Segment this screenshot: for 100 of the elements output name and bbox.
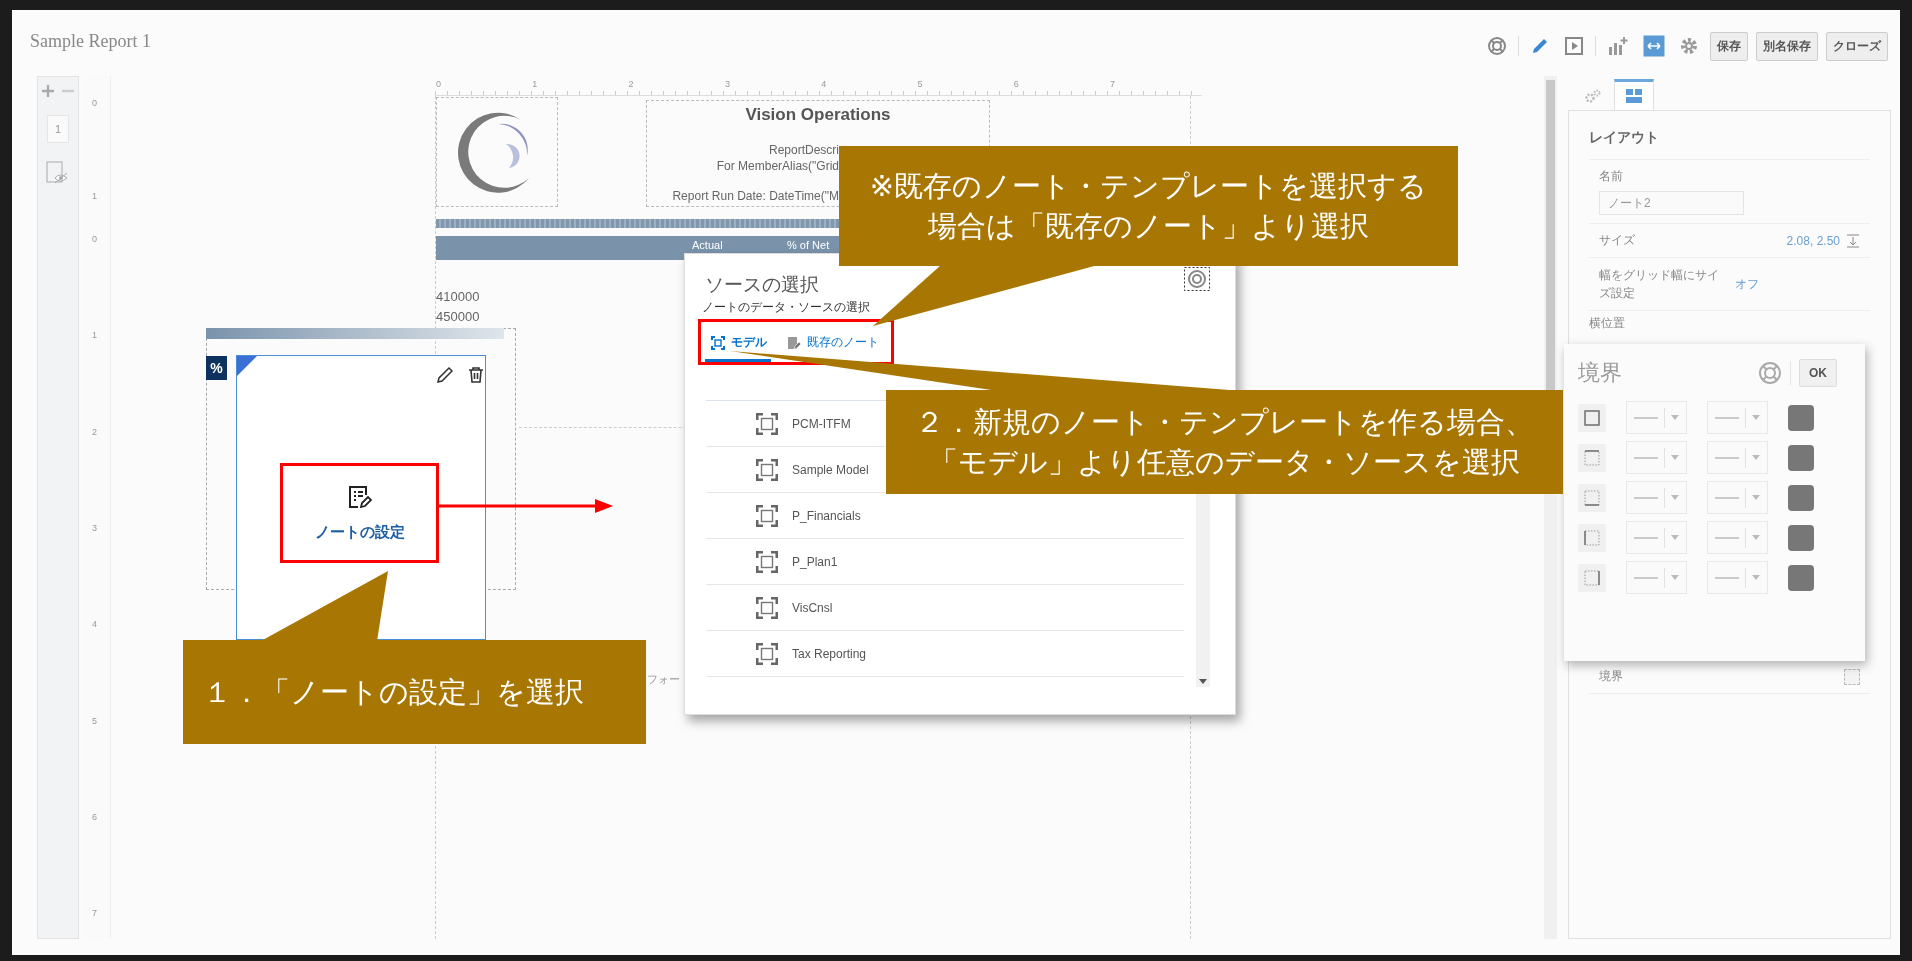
page-visibility-icon[interactable] (46, 161, 70, 185)
field-label: 名前 (1599, 168, 1623, 185)
border-side-button[interactable] (1578, 523, 1606, 552)
source-item[interactable]: P_Plan1 (706, 539, 1184, 585)
line-color-swatch[interactable] (1788, 484, 1814, 511)
border-top-icon (1584, 449, 1600, 466)
line-color-swatch[interactable] (1788, 404, 1814, 431)
align-bottom-icon[interactable] (1846, 233, 1860, 248)
border-side-button[interactable] (1578, 563, 1606, 592)
line-icon (1634, 415, 1658, 420)
report-member-alias: For MemberAlias("Grid (716, 159, 839, 173)
gears-icon (1585, 89, 1601, 103)
cube-frame-icon (756, 458, 778, 481)
layout-tab[interactable] (1614, 79, 1654, 110)
grid-header: Actual (692, 239, 723, 252)
callout-text: ※既存のノート・テンプレートを選択する (869, 169, 1428, 204)
callout-text: 場合は「既存のノート」より選択 (928, 209, 1369, 244)
cube-frame-icon (756, 504, 778, 527)
field-label: 横位置 (1589, 315, 1626, 332)
caret-icon (1752, 495, 1760, 500)
caret-icon (1752, 455, 1760, 460)
cube-frame-icon (756, 642, 778, 665)
field-label: 境界 (1599, 668, 1624, 685)
ruler-label: 1 (92, 191, 97, 201)
border-right-icon (1584, 569, 1600, 586)
grid-header: % of Net (787, 239, 830, 252)
ruler-label: 1 (92, 330, 97, 341)
ruler-label: 3 (724, 79, 730, 89)
caret-icon (1671, 455, 1679, 460)
callout-text: １．「ノートの設定」を選択 (203, 675, 584, 710)
axis-value: 450000 (436, 310, 480, 324)
ruler-label: 0 (92, 234, 97, 244)
callout-text: ２．新規のノート・テンプレートを作る場合、 (915, 405, 1534, 440)
report-run-date: Report Run Date: DateTime("M (672, 189, 839, 203)
line-icon (1715, 575, 1739, 580)
cube-frame-icon (756, 596, 778, 619)
ruler-label: 1 (532, 79, 538, 89)
model-icon (711, 335, 725, 350)
scroll-down-icon[interactable] (1199, 679, 1207, 684)
caret-icon (1671, 575, 1679, 580)
grid-label: フォー (647, 672, 680, 687)
ruler-label: 0 (92, 98, 97, 108)
field-label: 幅をグリッド幅にサイズ設定 (1599, 267, 1720, 302)
dialog-subtitle: ノートのデータ・ソースの選択 (702, 299, 870, 316)
caret-icon (1752, 575, 1760, 580)
border-box-icon[interactable] (1844, 668, 1860, 685)
help-icon[interactable] (1184, 267, 1210, 291)
line-color-swatch[interactable] (1788, 444, 1814, 471)
note-icon (787, 335, 801, 350)
border-bottom-icon (1584, 489, 1600, 506)
cube-frame-icon (756, 550, 778, 573)
line-icon (1715, 415, 1739, 420)
ruler-label: 3 (92, 522, 97, 533)
line-icon (1715, 495, 1739, 500)
line-color-swatch[interactable] (1788, 564, 1814, 591)
toolbar-button[interactable]: 保存 (1710, 31, 1748, 61)
ruler-label: 4 (821, 79, 827, 89)
border-left-icon (1584, 529, 1600, 546)
note-settings-icon[interactable] (347, 484, 372, 511)
border-side-button[interactable] (1578, 443, 1606, 472)
ruler-label: 6 (92, 811, 97, 822)
toolbar-button[interactable]: クローズ (1826, 31, 1888, 61)
line-icon (1634, 495, 1658, 500)
line-color-swatch[interactable] (1788, 524, 1814, 551)
ruler-label: 5 (917, 79, 923, 89)
source-item[interactable]: Tax Reporting (706, 631, 1184, 677)
ok-button[interactable]: OK (1799, 359, 1837, 387)
caret-icon (1671, 415, 1679, 420)
trash-icon[interactable] (467, 366, 485, 384)
line-icon (1634, 535, 1658, 540)
ruler-label: 7 (92, 908, 97, 919)
report-title: Vision Operations (744, 105, 892, 125)
source-tab[interactable]: 既存のノート (781, 330, 883, 362)
dialog-title: ソースの選択 (705, 273, 819, 297)
fit-width-icon[interactable] (1640, 32, 1668, 60)
ruler-label: 4 (92, 619, 97, 630)
ruler-label: 2 (92, 426, 97, 437)
ruler-label: 5 (92, 715, 97, 726)
section-heading: レイアウト (1589, 129, 1870, 160)
line-icon (1715, 455, 1739, 460)
report-description: ReportDescri (768, 143, 839, 157)
line-icon (1634, 575, 1658, 580)
caret-icon (1671, 495, 1679, 500)
caret-icon (1671, 535, 1679, 540)
source-item[interactable]: VisCnsl (706, 585, 1184, 631)
cube-frame-icon (756, 412, 778, 435)
callout-text: 「モデル」より任意のデータ・ソースを選択 (929, 445, 1520, 480)
border-side-button[interactable] (1578, 483, 1606, 512)
window-title: Sample Report 1 (30, 30, 151, 52)
popup-title: 境界 (1578, 359, 1623, 387)
toolbar-button[interactable]: 別名保存 (1756, 31, 1818, 61)
note-settings-link[interactable]: ノートの設定 (314, 522, 405, 542)
ruler-label: 0 (436, 79, 441, 89)
note-card[interactable]: ノートの設定 (236, 355, 486, 640)
caret-icon (1752, 535, 1760, 540)
field-label: サイズ (1599, 232, 1636, 249)
border-side-button[interactable] (1578, 403, 1606, 432)
ruler-label: 2 (628, 79, 634, 89)
pencil-icon[interactable] (436, 366, 454, 384)
zoom-in-icon[interactable] (42, 85, 54, 97)
